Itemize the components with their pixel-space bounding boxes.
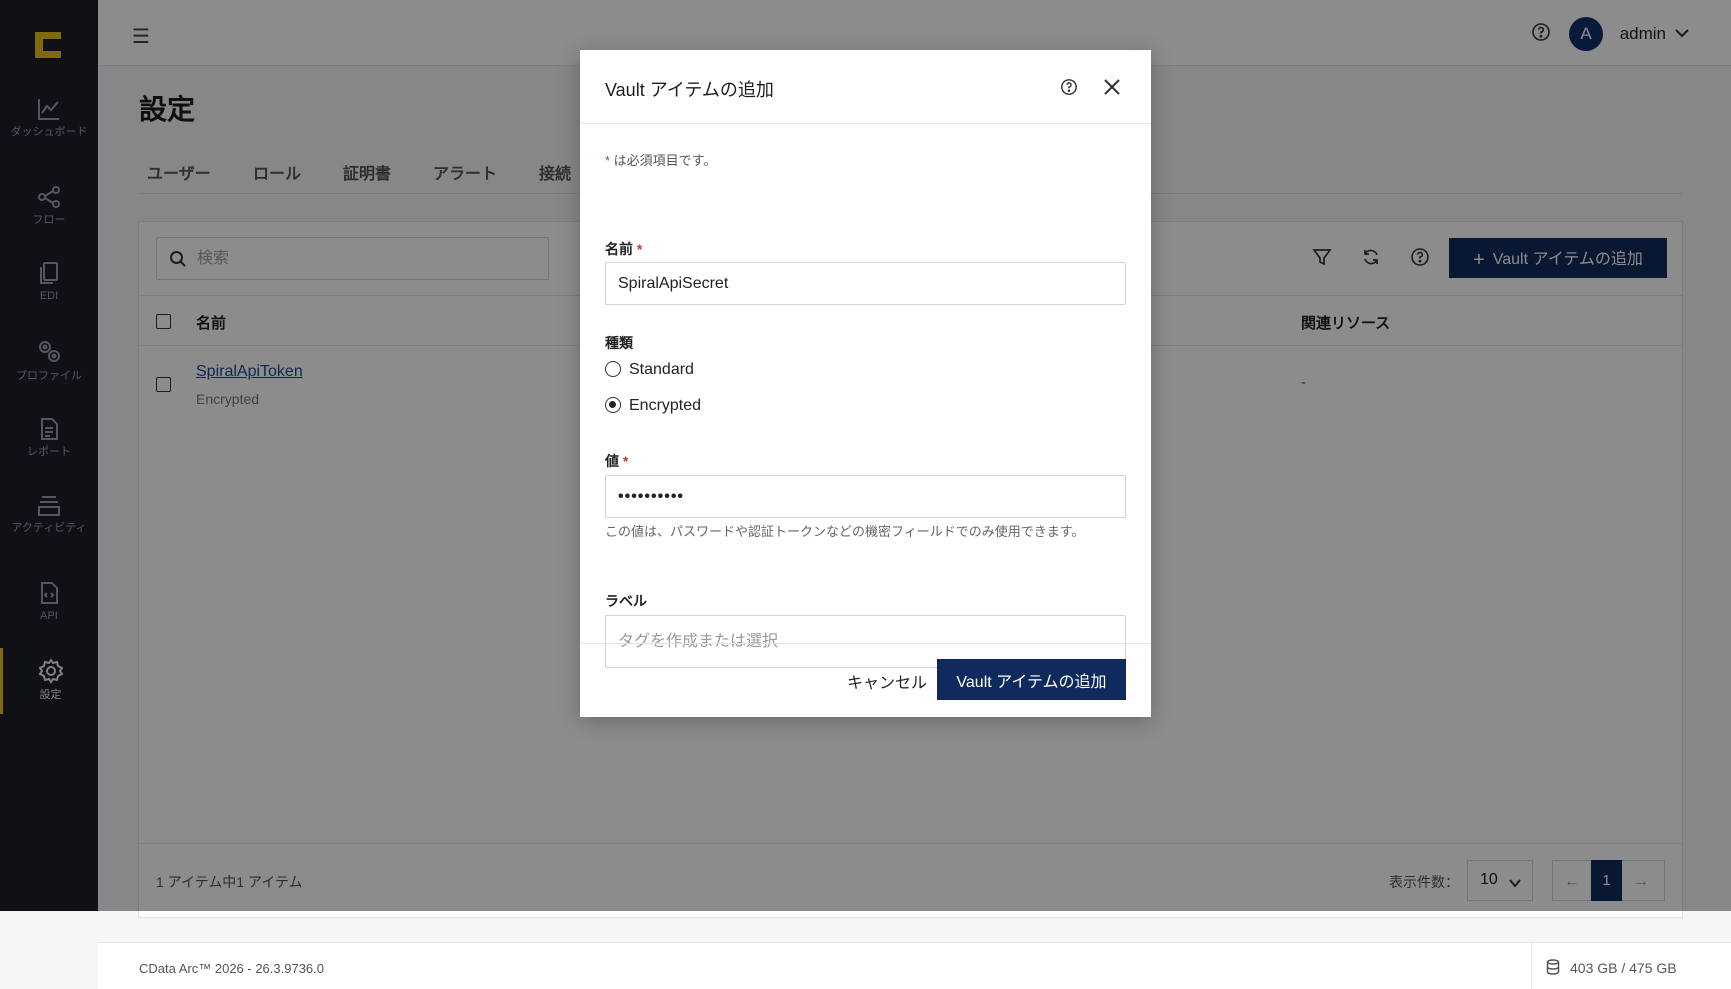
storage-text: 403 GB / 475 GB xyxy=(1570,960,1677,976)
type-label: 種類 xyxy=(605,335,633,351)
required-note: * は必須項目です。 xyxy=(605,150,716,169)
required-marker: * xyxy=(622,453,629,469)
name-label: 名前 * xyxy=(605,239,642,259)
name-label-text: 名前 xyxy=(605,241,633,257)
type-radio-encrypted[interactable]: Encrypted xyxy=(605,397,701,415)
database-icon xyxy=(1546,959,1560,975)
required-note-text: は必須項目です。 xyxy=(610,153,717,168)
cancel-button[interactable]: キャンセル xyxy=(832,661,942,701)
label-field-label: ラベル xyxy=(605,593,647,609)
radio-unchecked-icon xyxy=(605,361,621,377)
value-label: 値 * xyxy=(605,451,628,471)
storage-usage: 403 GB / 475 GB xyxy=(1531,943,1731,989)
type-option-label: Encrypted xyxy=(629,397,702,414)
required-marker: * xyxy=(636,241,643,257)
add-vault-item-dialog: Vault アイテムの追加 * は必須項目です。 名前 * 種類 Standar… xyxy=(580,50,1151,717)
add-vault-item-confirm-button[interactable]: Vault アイテムの追加 xyxy=(937,659,1126,700)
dialog-title: Vault アイテムの追加 xyxy=(605,80,774,100)
type-option-label: Standard xyxy=(629,361,694,378)
version-text: CData Arc™ 2026 - 26.3.9736.0 xyxy=(139,961,325,976)
value-input[interactable] xyxy=(605,475,1126,518)
dialog-header: Vault アイテムの追加 xyxy=(580,50,1151,124)
close-icon[interactable] xyxy=(1103,78,1121,96)
help-icon[interactable] xyxy=(1060,78,1078,96)
value-label-text: 値 xyxy=(605,453,619,469)
name-input[interactable] xyxy=(605,262,1126,305)
radio-checked-icon xyxy=(605,397,621,413)
type-radio-standard[interactable]: Standard xyxy=(605,361,694,379)
dialog-footer: キャンセル Vault アイテムの追加 xyxy=(580,643,1151,717)
value-hint: この値は、パスワードや認証トークンなどの機密フィールドでのみ使用できます。 xyxy=(605,524,1085,539)
app-footer: CData Arc™ 2026 - 26.3.9736.0 403 GB / 4… xyxy=(98,942,1731,989)
